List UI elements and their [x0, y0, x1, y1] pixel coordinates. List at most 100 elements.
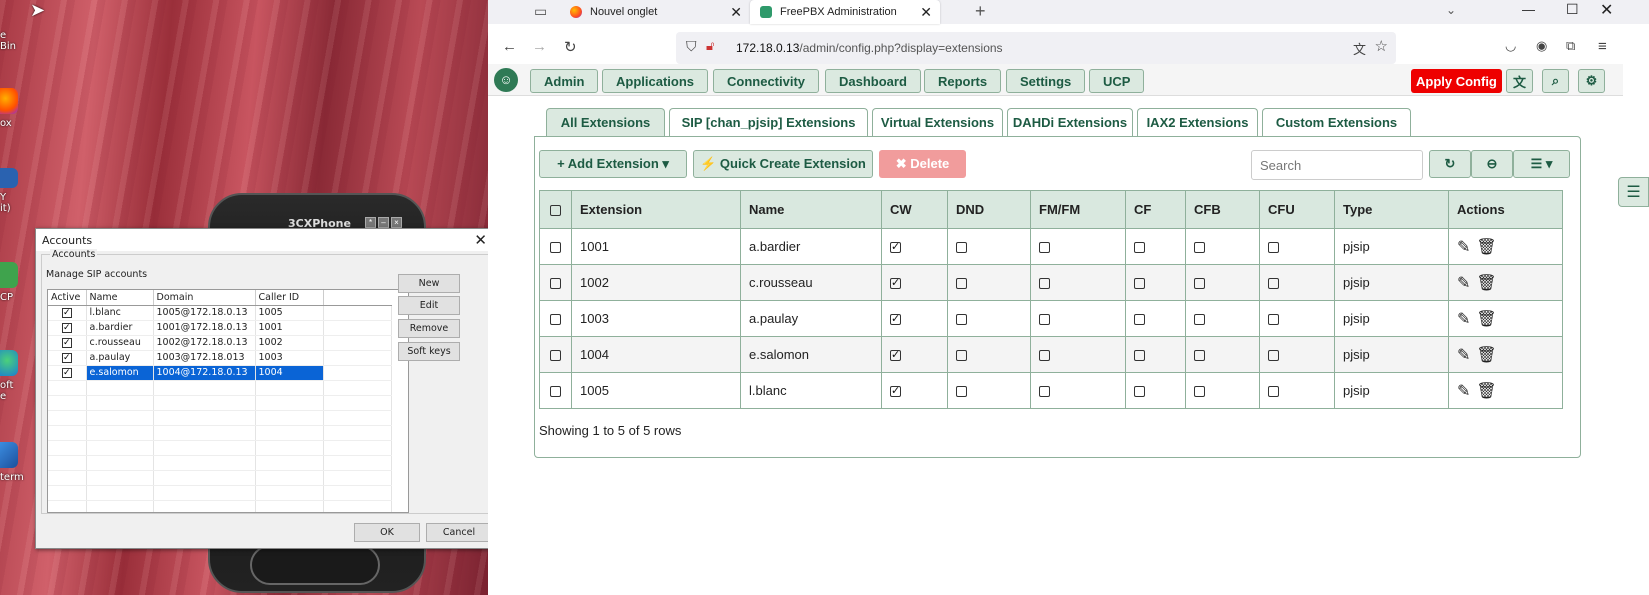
- row-select-cell[interactable]: [539, 336, 572, 373]
- columns-dropdown-icon[interactable]: ☰ ▾: [1513, 150, 1570, 178]
- column-header-type[interactable]: Type: [1334, 190, 1449, 229]
- trash-icon[interactable]: 🗑︎: [1476, 239, 1502, 256]
- column-header-cf[interactable]: CF: [1125, 190, 1186, 229]
- column-header-fmfm[interactable]: FM/FM: [1030, 190, 1126, 229]
- row-select-cell[interactable]: [539, 228, 572, 265]
- tab-iax2-extensions[interactable]: IAX2 Extensions: [1137, 108, 1258, 136]
- tab-freepbx-administration[interactable]: FreePBX Administration ✕: [750, 0, 940, 24]
- trash-icon[interactable]: 🗑︎: [1476, 347, 1502, 364]
- extension-number[interactable]: 1002: [571, 264, 741, 301]
- tab-overview-icon[interactable]: ▭: [534, 3, 547, 20]
- menu-connectivity[interactable]: Connectivity: [713, 69, 820, 93]
- phone-minimize-icon[interactable]: –: [378, 217, 389, 228]
- edit-icon[interactable]: ✎: [1457, 311, 1476, 328]
- phone-close-icon[interactable]: ×: [391, 217, 402, 228]
- desktop-icon-app[interactable]: Y it): [0, 168, 18, 214]
- active-checkbox[interactable]: ✓: [61, 368, 72, 378]
- accounts-list[interactable]: Active Name Domain Caller ID ✓ l.blanc 100…: [47, 289, 409, 513]
- active-cell[interactable]: ✓: [48, 365, 87, 381]
- row-checkbox[interactable]: [550, 386, 561, 398]
- select-all-checkbox[interactable]: [539, 190, 572, 229]
- soft-keys-button[interactable]: Soft keys: [398, 342, 460, 361]
- new-tab-button[interactable]: +: [975, 1, 986, 22]
- cancel-button[interactable]: Cancel: [426, 523, 492, 542]
- active-cell[interactable]: ✓: [48, 335, 87, 351]
- tab-new-tab[interactable]: Nouvel onglet ✕: [560, 0, 750, 24]
- active-cell[interactable]: ✓: [48, 350, 87, 366]
- tab-virtual-extensions[interactable]: Virtual Extensions: [872, 108, 1003, 136]
- new-button[interactable]: New: [398, 274, 460, 293]
- extension-number[interactable]: 1005: [571, 372, 741, 409]
- quick-create-extension-button[interactable]: ⚡ Quick Create Extension: [693, 150, 873, 178]
- extension-number[interactable]: 1001: [571, 228, 741, 265]
- trash-icon[interactable]: 🗑︎: [1476, 275, 1502, 292]
- menu-settings[interactable]: Settings: [1006, 69, 1086, 93]
- active-checkbox[interactable]: ✓: [61, 323, 72, 333]
- column-header-dnd[interactable]: DND: [947, 190, 1031, 229]
- account-row[interactable]: ✓ l.blanc 1005@172.18.0.13 1005: [48, 305, 392, 321]
- desktop-icon-3cx[interactable]: CP: [0, 262, 18, 303]
- extension-number[interactable]: 1004: [571, 336, 741, 373]
- close-icon[interactable]: ✕: [474, 231, 487, 249]
- ok-button[interactable]: OK: [354, 523, 420, 542]
- edit-button[interactable]: Edit: [398, 296, 460, 315]
- tab-dahdi-extensions[interactable]: DAHDi Extensions: [1007, 108, 1133, 136]
- table-row[interactable]: 1003 a.paulay ✓ pjsip ✎🗑︎: [539, 300, 1563, 337]
- window-close-icon[interactable]: ✕: [1600, 0, 1613, 20]
- translate-icon[interactable]: 文: [1353, 39, 1366, 58]
- column-header-domain[interactable]: Domain: [153, 290, 256, 306]
- active-checkbox[interactable]: ✓: [61, 338, 72, 348]
- reload-icon[interactable]: ↻: [564, 38, 577, 56]
- bookmark-star-icon[interactable]: ☆: [1375, 37, 1388, 55]
- search-icon[interactable]: ⌕: [1542, 69, 1569, 93]
- account-row[interactable]: ✓ c.rousseau 1002@172.18.0.13 1002: [48, 335, 392, 351]
- edit-icon[interactable]: ✎: [1457, 383, 1476, 400]
- delete-button[interactable]: ✖ Delete: [879, 150, 966, 178]
- menu-admin[interactable]: Admin: [530, 69, 599, 93]
- table-row[interactable]: 1005 l.blanc ✓ pjsip ✎🗑︎: [539, 372, 1563, 409]
- row-select-cell[interactable]: [539, 264, 572, 301]
- row-checkbox[interactable]: [550, 278, 561, 290]
- desktop-icon-edge[interactable]: oft e: [0, 350, 18, 402]
- extension-number[interactable]: 1003: [571, 300, 741, 337]
- active-cell[interactable]: ✓: [48, 305, 87, 321]
- account-row[interactable]: ✓ e.salomon 1004@172.18.0.13 1004: [48, 365, 392, 381]
- url-bar[interactable]: ⛉ 🔓︎ 172.18.0.13/admin/config.php?displa…: [676, 32, 1396, 64]
- phone-settings-icon[interactable]: *: [365, 217, 376, 228]
- desktop-icon-terminal[interactable]: term: [0, 442, 24, 483]
- back-icon[interactable]: ←: [502, 38, 517, 55]
- extensions-icon[interactable]: ⧉: [1566, 38, 1575, 54]
- table-row[interactable]: 1004 e.salomon ✓ pjsip ✎🗑︎: [539, 336, 1563, 373]
- refresh-icon[interactable]: ↻: [1429, 150, 1471, 178]
- row-checkbox[interactable]: [550, 314, 561, 326]
- column-header-cw[interactable]: CW: [881, 190, 948, 229]
- row-select-cell[interactable]: [539, 300, 572, 337]
- remove-button[interactable]: Remove: [398, 319, 460, 338]
- active-cell[interactable]: ✓: [48, 320, 87, 336]
- tab-sip-pjsip-extensions[interactable]: SIP [chan_pjsip] Extensions: [669, 108, 868, 136]
- tab-custom-extensions[interactable]: Custom Extensions: [1262, 108, 1411, 136]
- toggle-icon[interactable]: ⊖: [1471, 150, 1513, 178]
- insecure-lock-icon[interactable]: 🔓︎: [706, 38, 714, 54]
- pocket-icon[interactable]: ◡: [1505, 38, 1516, 54]
- menu-icon[interactable]: ≡: [1598, 38, 1607, 55]
- edit-icon[interactable]: ✎: [1457, 347, 1476, 364]
- active-checkbox[interactable]: ✓: [61, 308, 72, 318]
- desktop-icon-firefox[interactable]: ox: [0, 88, 18, 129]
- phone-bottom-button[interactable]: [250, 545, 380, 585]
- column-header-name[interactable]: Name: [740, 190, 882, 229]
- edit-icon[interactable]: ✎: [1457, 239, 1476, 256]
- forward-icon[interactable]: →: [532, 38, 547, 55]
- column-header-cfb[interactable]: CFB: [1185, 190, 1260, 229]
- language-icon[interactable]: 文: [1506, 69, 1533, 93]
- dialog-titlebar[interactable]: Accounts: [36, 229, 495, 251]
- trash-icon[interactable]: 🗑︎: [1476, 311, 1502, 328]
- menu-reports[interactable]: Reports: [924, 69, 1002, 93]
- column-header-caller-id[interactable]: Caller ID: [255, 290, 324, 306]
- search-input[interactable]: [1251, 150, 1423, 180]
- gear-icon[interactable]: ⚙: [1578, 69, 1605, 93]
- shield-icon[interactable]: ⛉: [686, 38, 697, 55]
- row-checkbox[interactable]: [550, 350, 561, 362]
- apply-config-button[interactable]: Apply Config: [1411, 69, 1502, 93]
- account-row[interactable]: ✓ a.paulay 1003@172.18.013 1003: [48, 350, 392, 366]
